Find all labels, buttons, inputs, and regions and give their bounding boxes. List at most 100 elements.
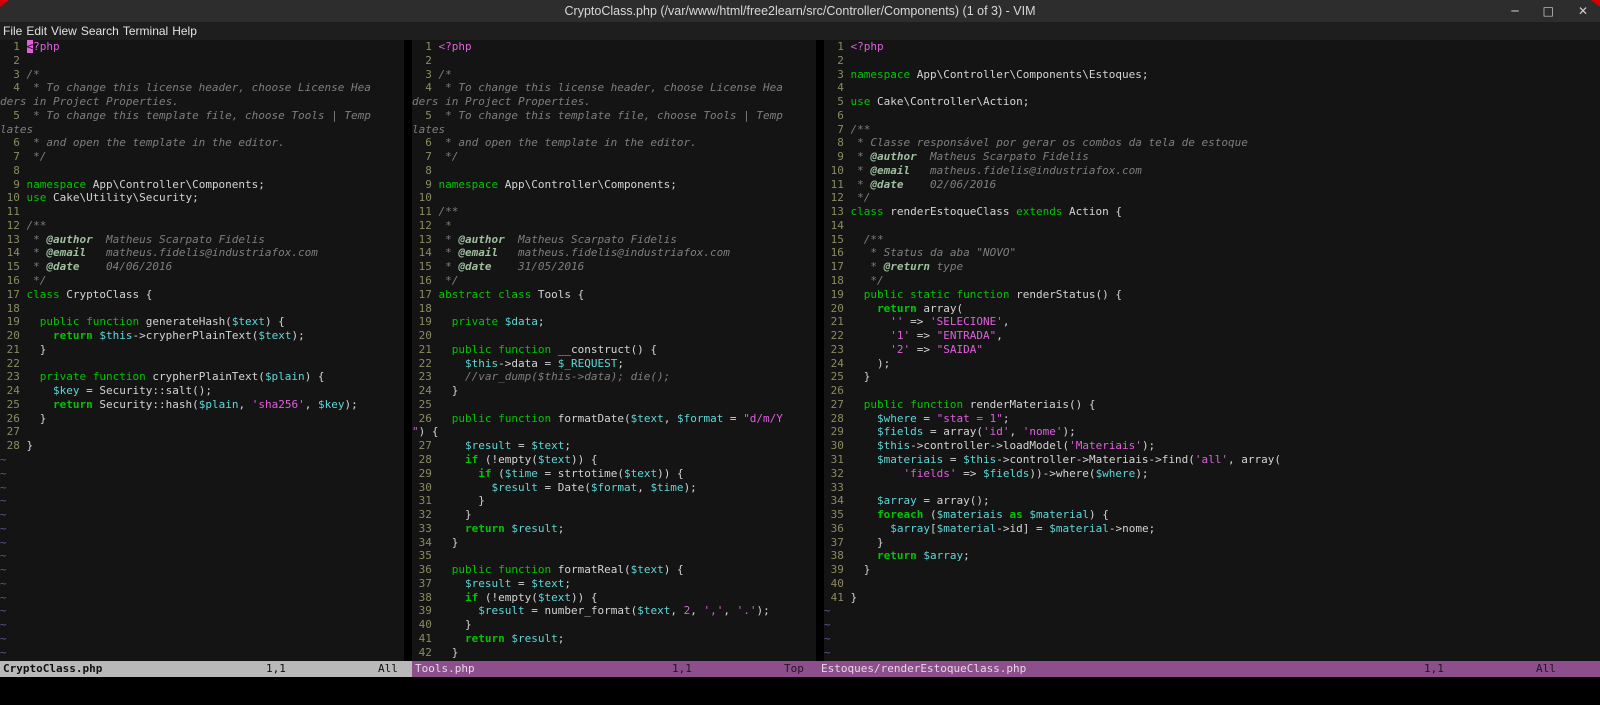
code-line[interactable]: 20 bbox=[412, 329, 816, 343]
code-line[interactable]: 5 use Cake\Controller\Action; bbox=[824, 95, 1600, 109]
code-line[interactable]: 22 $this->data = $_REQUEST; bbox=[412, 357, 816, 371]
code-line[interactable]: 35 foreach ($materiais as $material) { bbox=[824, 508, 1600, 522]
code-line[interactable]: 7 /** bbox=[824, 123, 1600, 137]
code-line[interactable]: 8 * Classe responsável por gerar os comb… bbox=[824, 136, 1600, 150]
code-line[interactable]: 22 bbox=[0, 357, 404, 371]
minimize-button[interactable]: ─ bbox=[1511, 4, 1518, 18]
code-line[interactable]: 33 return $result; bbox=[412, 522, 816, 536]
vertical-split-separator[interactable] bbox=[816, 40, 824, 661]
code-line[interactable]: 3 /* bbox=[412, 68, 816, 82]
code-line[interactable]: 24 ); bbox=[824, 357, 1600, 371]
code-line[interactable]: 5 * To change this template file, choose… bbox=[412, 109, 816, 123]
code-line[interactable]: 1 <?php bbox=[0, 40, 404, 54]
code-line[interactable]: 7 */ bbox=[412, 150, 816, 164]
code-line[interactable]: 8 bbox=[412, 164, 816, 178]
code-line[interactable]: 9 * @author Matheus Scarpato Fidelis bbox=[824, 150, 1600, 164]
code-line[interactable]: 14 * @email matheus.fidelis@industriafox… bbox=[0, 246, 404, 260]
code-line[interactable]: 25 } bbox=[824, 370, 1600, 384]
code-line[interactable]: lates bbox=[0, 123, 404, 137]
code-line[interactable]: 41 } bbox=[824, 591, 1600, 605]
code-line[interactable]: 9 namespace App\Controller\Components; bbox=[0, 178, 404, 192]
statusline-renderestoque[interactable]: Estoques/renderEstoqueClass.php 1,1 All bbox=[818, 661, 1600, 677]
code-line[interactable]: 39 } bbox=[824, 563, 1600, 577]
code-line[interactable]: 38 if (!empty($text)) { bbox=[412, 591, 816, 605]
code-line[interactable]: lates bbox=[412, 123, 816, 137]
code-line[interactable]: 34 $array = array(); bbox=[824, 494, 1600, 508]
code-line[interactable]: 28 if (!empty($text)) { bbox=[412, 453, 816, 467]
code-line[interactable]: 10 use Cake\Utility\Security; bbox=[0, 191, 404, 205]
code-line[interactable]: 6 * and open the template in the editor. bbox=[412, 136, 816, 150]
code-line[interactable]: 1 <?php bbox=[824, 40, 1600, 54]
code-line[interactable]: 16 */ bbox=[412, 274, 816, 288]
code-line[interactable]: 24 } bbox=[412, 384, 816, 398]
code-line[interactable]: 29 if ($time = strtotime($text)) { bbox=[412, 467, 816, 481]
code-line[interactable]: ders in Project Properties. bbox=[0, 95, 404, 109]
code-line[interactable]: 21 '' => 'SELECIONE', bbox=[824, 315, 1600, 329]
code-line[interactable]: 37 } bbox=[824, 536, 1600, 550]
code-line[interactable]: 40 } bbox=[412, 618, 816, 632]
code-line[interactable]: 2 bbox=[824, 54, 1600, 68]
code-line[interactable]: 7 */ bbox=[0, 150, 404, 164]
code-line[interactable]: 32 } bbox=[412, 508, 816, 522]
code-line[interactable]: 40 bbox=[824, 577, 1600, 591]
code-line[interactable]: 41 return $result; bbox=[412, 632, 816, 646]
code-line[interactable]: 13 * @author Matheus Scarpato Fidelis bbox=[412, 233, 816, 247]
code-line[interactable]: 26 } bbox=[0, 412, 404, 426]
code-line[interactable]: 13 * @author Matheus Scarpato Fidelis bbox=[0, 233, 404, 247]
titlebar[interactable]: CryptoClass.php (/var/www/html/free2lear… bbox=[0, 0, 1600, 22]
code-line[interactable]: 25 return Security::hash($plain, 'sha256… bbox=[0, 398, 404, 412]
code-line[interactable]: 18 bbox=[0, 302, 404, 316]
editor-pane-tools[interactable]: 1 <?php 2 3 /* 4 * To change this licens… bbox=[412, 40, 816, 661]
code-line[interactable]: 27 $result = $text; bbox=[412, 439, 816, 453]
code-line[interactable]: 12 * bbox=[412, 219, 816, 233]
code-line[interactable]: 3 /* bbox=[0, 68, 404, 82]
code-line[interactable]: 14 * @email matheus.fidelis@industriafox… bbox=[412, 246, 816, 260]
code-line[interactable]: 29 $fields = array('id', 'nome'); bbox=[824, 425, 1600, 439]
code-line[interactable]: 28 } bbox=[0, 439, 404, 453]
code-line[interactable]: 25 bbox=[412, 398, 816, 412]
close-button[interactable]: ✕ bbox=[1578, 4, 1588, 18]
code-line[interactable]: 30 $result = Date($format, $time); bbox=[412, 481, 816, 495]
menu-item-file[interactable]: File bbox=[1, 24, 24, 38]
code-line[interactable]: 31 $materiais = $this->controller->Mater… bbox=[824, 453, 1600, 467]
code-line[interactable]: 21 public function __construct() { bbox=[412, 343, 816, 357]
code-line[interactable]: 6 * and open the template in the editor. bbox=[0, 136, 404, 150]
code-line[interactable]: 11 /** bbox=[412, 205, 816, 219]
statusline-tools[interactable]: Tools.php 1,1 Top bbox=[412, 661, 818, 677]
code-line[interactable]: 23 '2' => "SAIDA" bbox=[824, 343, 1600, 357]
code-line[interactable]: 23 private function crypherPlainText($pl… bbox=[0, 370, 404, 384]
code-line[interactable]: 21 } bbox=[0, 343, 404, 357]
code-line[interactable]: 8 bbox=[0, 164, 404, 178]
code-line[interactable]: 42 } bbox=[412, 646, 816, 660]
code-line[interactable]: 34 } bbox=[412, 536, 816, 550]
code-line[interactable]: 27 public function renderMateriais() { bbox=[824, 398, 1600, 412]
code-line[interactable]: 20 return $this->crypherPlainText($text)… bbox=[0, 329, 404, 343]
code-line[interactable]: 6 bbox=[824, 109, 1600, 123]
editor-pane-renderestoque[interactable]: 1 <?php 2 3 namespace App\Controller\Com… bbox=[824, 40, 1600, 661]
code-line[interactable]: 15 /** bbox=[824, 233, 1600, 247]
menu-item-view[interactable]: View bbox=[49, 24, 79, 38]
code-line[interactable]: 10 bbox=[412, 191, 816, 205]
code-line[interactable]: 15 * @date 31/05/2016 bbox=[412, 260, 816, 274]
code-line[interactable]: 12 /** bbox=[0, 219, 404, 233]
code-line[interactable]: 10 * @email matheus.fidelis@industriafox… bbox=[824, 164, 1600, 178]
code-line[interactable]: 31 } bbox=[412, 494, 816, 508]
code-line[interactable]: ") { bbox=[412, 425, 816, 439]
code-line[interactable]: 36 public function formatReal($text) { bbox=[412, 563, 816, 577]
code-line[interactable]: 26 bbox=[824, 384, 1600, 398]
code-line[interactable]: 11 * @date 02/06/2016 bbox=[824, 178, 1600, 192]
editor-pane-cryptoclass[interactable]: 1 <?php 2 3 /* 4 * To change this licens… bbox=[0, 40, 404, 661]
code-line[interactable]: 17 * @return type bbox=[824, 260, 1600, 274]
code-line[interactable]: 11 bbox=[0, 205, 404, 219]
code-line[interactable]: 4 * To change this license header, choos… bbox=[0, 81, 404, 95]
code-line[interactable]: 13 class renderEstoqueClass extends Acti… bbox=[824, 205, 1600, 219]
code-line[interactable]: 18 */ bbox=[824, 274, 1600, 288]
code-line[interactable]: 22 '1' => "ENTRADA", bbox=[824, 329, 1600, 343]
menu-item-edit[interactable]: Edit bbox=[24, 24, 49, 38]
code-line[interactable]: 27 bbox=[0, 425, 404, 439]
code-line[interactable]: 17 class CryptoClass { bbox=[0, 288, 404, 302]
code-line[interactable]: 33 bbox=[824, 481, 1600, 495]
code-line[interactable]: 19 private $data; bbox=[412, 315, 816, 329]
code-line[interactable]: 16 */ bbox=[0, 274, 404, 288]
maximize-button[interactable]: □ bbox=[1543, 4, 1554, 18]
